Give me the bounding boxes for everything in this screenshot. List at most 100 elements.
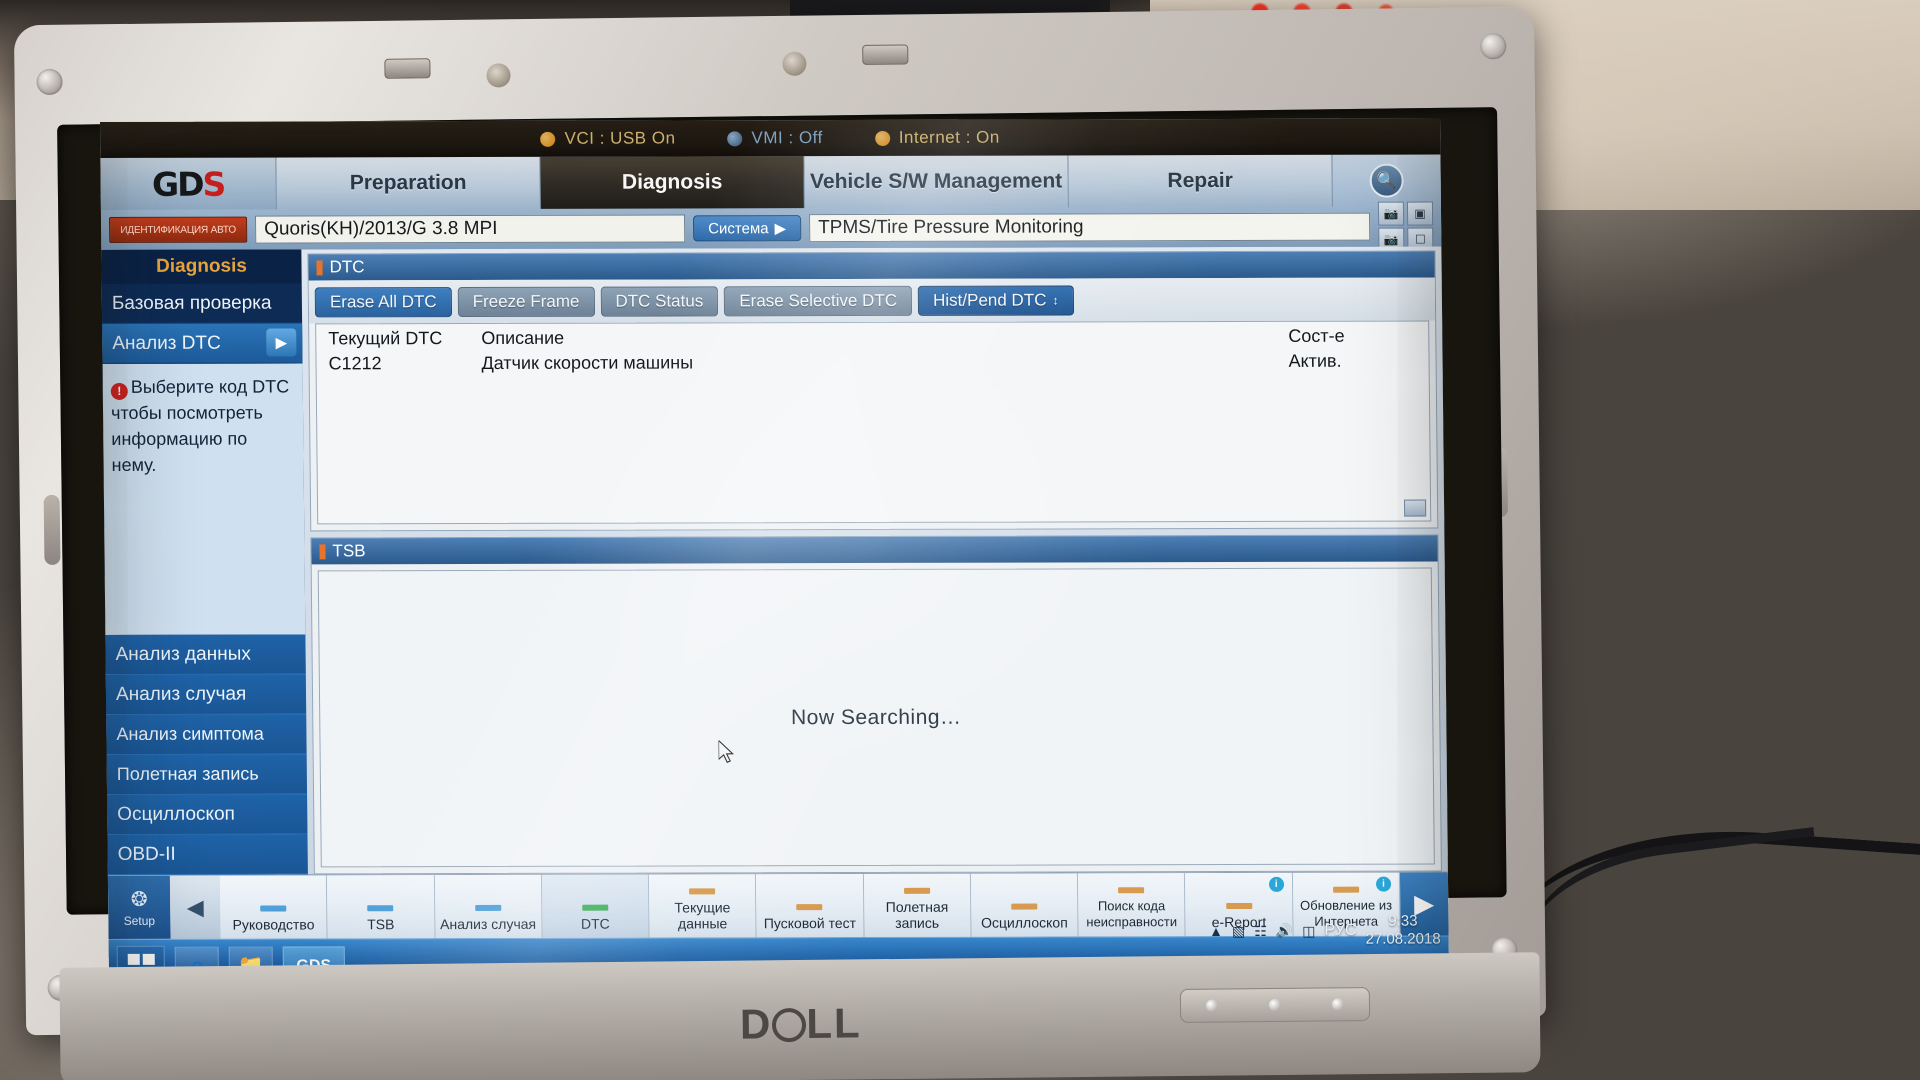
erase-selective-dtc-button[interactable]: Erase Selective DTC: [724, 285, 913, 317]
camera-icon[interactable]: 📷: [1377, 201, 1405, 226]
laptop-screen[interactable]: – ✕ VCI : USB On VMI : Off Internet : On…: [100, 118, 1450, 1010]
gds-logo-suffix: S: [202, 164, 225, 204]
erase-all-dtc-button[interactable]: Erase All DTC: [314, 287, 452, 318]
dtc-cell-state: Актив.: [1288, 350, 1342, 371]
func-bar-icon-e-report: [1225, 902, 1252, 910]
chevron-right-icon-sidebar[interactable]: ▶: [266, 328, 297, 357]
main-tab-bar[interactable]: GDS Preparation Diagnosis Vehicle S/W Ma…: [100, 154, 1441, 210]
sidebar-item-oscilloscope[interactable]: Осциллоскоп: [107, 794, 308, 835]
func-item-manual[interactable]: Руководство: [219, 875, 328, 939]
func-bar-icon-manual: [260, 905, 287, 912]
status-vmi-label: VMI : Off: [751, 128, 823, 148]
dtc-table[interactable]: Текущий DTC Описание Сост-е C1212 Датчик…: [315, 320, 1432, 525]
func-item-tsb-label: TSB: [367, 916, 395, 933]
dtc-panel-title: DTC: [329, 257, 365, 277]
func-bar-icon-flight: [903, 887, 930, 894]
func-item-dtc-label: DTC: [580, 915, 610, 932]
status-internet: Internet : On: [874, 127, 1000, 148]
sidebar-hint: ! Выберите код DTC чтобы посмотреть инфор…: [102, 363, 306, 635]
power-button-strip[interactable]: [1179, 987, 1371, 1023]
lid-latch-right: [862, 44, 909, 65]
dtc-table-header: Текущий DTC Описание Сост-е: [316, 322, 1428, 350]
tsb-panel-body: Now Searching…: [317, 567, 1435, 868]
system-value-field[interactable]: TPMS/Tire Pressure Monitoring: [809, 212, 1371, 243]
power-button-icon[interactable]: [1206, 999, 1219, 1012]
sidebar-bottom-menu[interactable]: Анализ данных Анализ случая Анализ симпт…: [105, 634, 308, 875]
sidebar-item-symptom-analysis[interactable]: Анализ симптома: [106, 714, 307, 755]
language-indicator[interactable]: РУС: [1324, 922, 1356, 940]
alert-icon: !: [110, 382, 128, 400]
dtc-panel-resize-button[interactable]: [1404, 499, 1427, 517]
function-bar-prev-button[interactable]: ◀: [169, 875, 221, 939]
dell-logo-suffix: LL: [806, 999, 862, 1047]
system-select-button[interactable]: Система ▶: [693, 215, 802, 242]
clock[interactable]: 9:33 27.08.2018: [1365, 912, 1440, 948]
network-icon[interactable]: ☷: [1254, 922, 1267, 939]
vehicle-value-field[interactable]: Quoris(KH)/2013/G 3.8 MPI: [254, 214, 686, 244]
dtc-panel-header: DTC: [308, 251, 1435, 281]
sidebar-item-basic-check[interactable]: Базовая проверка: [101, 283, 303, 324]
dell-logo-o: [772, 1007, 807, 1043]
func-item-fault-code-search[interactable]: Поиск кода неисправности: [1078, 873, 1186, 937]
mouse-cursor: [718, 740, 734, 764]
sidebar-item-dtc-analysis[interactable]: Анализ DTC ▶: [102, 323, 303, 364]
sidebar-item-data-analysis[interactable]: Анализ данных: [105, 634, 306, 675]
tab-diagnosis[interactable]: Diagnosis: [540, 156, 805, 209]
dell-brand-logo: D LL: [740, 999, 862, 1048]
func-item-dtc[interactable]: DTC: [541, 874, 650, 938]
tab-vehicle-sw-management[interactable]: Vehicle S/W Management: [804, 155, 1069, 209]
tsb-status-text: Now Searching…: [790, 705, 962, 729]
dtc-status-button[interactable]: DTC Status: [600, 286, 719, 317]
dtc-panel: DTC Erase All DTC Freeze Frame DTC Statu…: [307, 250, 1439, 532]
vehicle-identification-button[interactable]: ИДЕНТИФИКАЦИЯ АВТО: [108, 216, 248, 243]
info-icon-internet-update[interactable]: i: [1375, 876, 1392, 892]
battery-icon[interactable]: ◫: [1302, 922, 1315, 939]
freeze-frame-button[interactable]: Freeze Frame: [457, 286, 595, 318]
func-item-actuation-test[interactable]: Пусковой тест: [756, 873, 865, 938]
func-bar-icon-fault-search: [1118, 887, 1145, 894]
func-item-flight-record[interactable]: Полетная запись: [863, 873, 972, 937]
system-tray[interactable]: ▲ ▧ ☷ 🔊 ◫ РУС 9:33 27.08.2018: [1209, 912, 1441, 949]
dtc-cell-description: Датчик скорости машины: [481, 352, 694, 373]
search-icon[interactable]: 🔍: [1369, 163, 1404, 198]
search-button[interactable]: 🔍: [1332, 154, 1441, 207]
monitor-icon[interactable]: ▧: [1232, 922, 1245, 939]
dtc-button-bar[interactable]: Erase All DTC Freeze Frame DTC Status Er…: [308, 277, 1436, 324]
setup-button[interactable]: ❂ Setup: [107, 875, 171, 939]
tab-preparation[interactable]: Preparation: [276, 156, 541, 210]
sidebar[interactable]: Diagnosis Базовая проверка Анализ DTC ▶ …: [101, 249, 308, 875]
func-bar-icon-case: [474, 904, 501, 911]
func-item-case-analysis[interactable]: Анализ случая: [434, 874, 543, 939]
hinge-screw-right: [1480, 33, 1507, 60]
content-area: DTC Erase All DTC Freeze Frame DTC Statu…: [301, 246, 1448, 875]
status-vci: VCI : USB On: [540, 128, 676, 148]
bezel-side-trim-left: [43, 494, 61, 565]
sidebar-item-obd-ii[interactable]: OBD-II: [107, 834, 308, 875]
vehicle-info-bar[interactable]: ИДЕНТИФИКАЦИЯ АВТО Quoris(KH)/2013/G 3.8…: [100, 201, 1442, 252]
status-internet-label: Internet : On: [898, 127, 1000, 147]
tab-repair[interactable]: Repair: [1068, 154, 1333, 208]
orange-dot-icon: [540, 131, 556, 147]
status-vci-label: VCI : USB On: [564, 128, 676, 148]
func-item-tsb[interactable]: TSB: [327, 875, 436, 939]
info-icon-e-report[interactable]: i: [1268, 876, 1284, 892]
func-bar-icon-actuation: [796, 904, 823, 911]
func-item-fault-code-search-label: Поиск кода неисправности: [1086, 898, 1178, 930]
sidebar-item-case-analysis[interactable]: Анализ случая: [105, 674, 307, 715]
sidebar-title: Diagnosis: [101, 249, 302, 284]
table-row[interactable]: C1212 Датчик скорости машины Актив.: [316, 347, 1428, 375]
gear-icon: ❂: [130, 888, 148, 911]
sidebar-item-flight-record[interactable]: Полетная запись: [106, 754, 308, 795]
screen-icon[interactable]: ▣: [1406, 201, 1434, 226]
func-item-current-data[interactable]: Текущие данные: [648, 874, 757, 938]
func-item-oscilloscope[interactable]: Осциллоскоп: [970, 873, 1079, 937]
dtc-cell-code: C1212: [328, 353, 382, 374]
func-item-actuation-test-label: Пусковой тест: [763, 914, 857, 932]
chevron-up-icon[interactable]: ▲: [1209, 923, 1223, 939]
hist-pend-dtc-button[interactable]: Hist/Pend DTC ↕: [917, 285, 1074, 316]
tsb-panel-header: TSB: [311, 535, 1438, 565]
indicator-led-1: [1268, 998, 1282, 1012]
volume-icon[interactable]: 🔊: [1276, 922, 1294, 939]
setup-label: Setup: [123, 913, 156, 928]
orange-dot-icon-2: [874, 130, 890, 146]
